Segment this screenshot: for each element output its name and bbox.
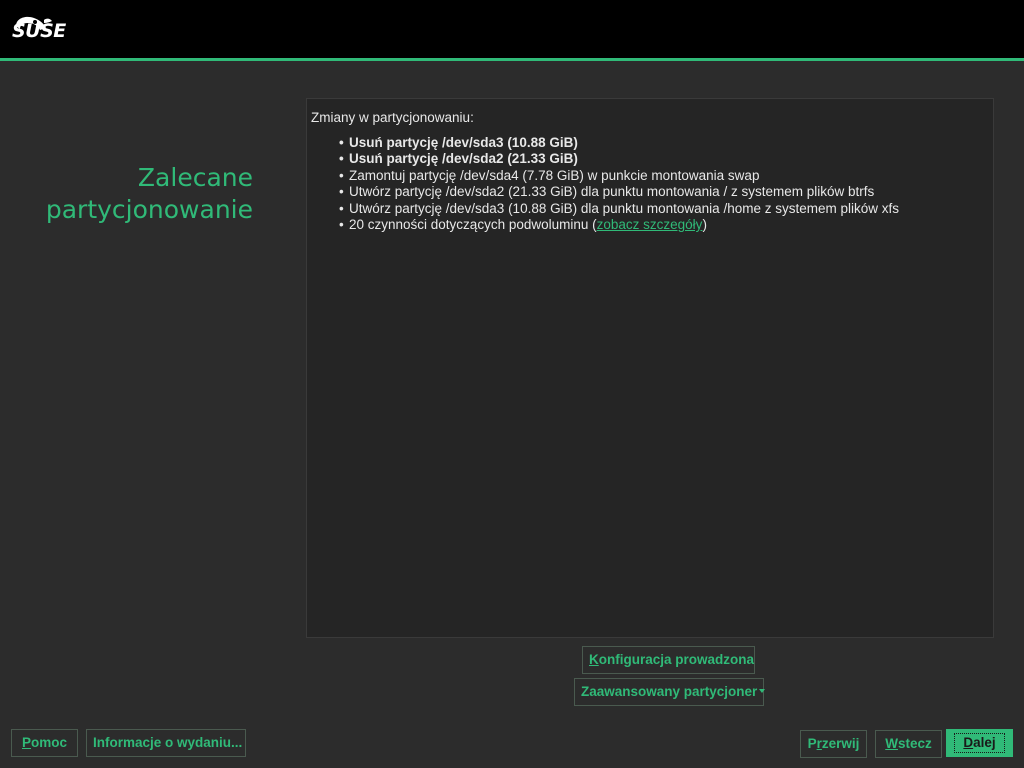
help-button[interactable]: Pomoc	[11, 729, 78, 757]
page-title: Zalecane partycjonowanie	[3, 162, 253, 226]
partitioning-summary: Zmiany w partycjonowaniu: • Usuń partycję…	[306, 98, 994, 638]
abort-button[interactable]: Przerwij	[800, 730, 867, 758]
next-button[interactable]: Dalej	[946, 729, 1013, 757]
expert-partitioner-button[interactable]: Zaawansowany partycjoner	[574, 678, 766, 706]
release-notes-button[interactable]: Informacje o wydaniu...	[86, 729, 246, 757]
summary-list: • Usuń partycję /dev/sda3 (10.88 GiB) • Us…	[311, 135, 989, 233]
back-button[interactable]: Wstecz	[875, 730, 942, 758]
list-item: • 20 czynności dotyczących podwoluminu (z…	[339, 217, 707, 233]
list-item: • Usuń partycję /dev/sda3 (10.88 GiB)	[339, 135, 578, 150]
dropdown-caret-icon	[759, 689, 766, 694]
list-item: • Utwórz partycję /dev/sda3 (10.88 GiB) d…	[339, 200, 899, 216]
guided-setup-button[interactable]: Konfiguracja prowadzona	[582, 646, 755, 674]
suse-logo-text: SUSE	[12, 20, 66, 42]
list-item: • Usuń partycję /dev/sda2 (21.33 GiB)	[339, 151, 578, 167]
top-bar: SUSE	[0, 0, 1024, 58]
list-item-text: Usuń partycję /dev/sda3 (10.88 GiB)	[349, 135, 578, 150]
list-item-text: Zamontuj partycję /dev/sda4 (7.78 GiB) w…	[349, 167, 760, 183]
list-item: • Utwórz partycję /dev/sda2 (21.33 GiB) d…	[339, 184, 875, 200]
subvolume-item-suffix: )	[702, 217, 707, 233]
summary-heading: Zmiany w partycjonowaniu:	[311, 110, 474, 125]
page-title-line2: partycjonowanie	[45, 195, 253, 224]
list-item: • Zamontuj partycję /dev/sda4 (7.78 GiB) …	[339, 167, 760, 183]
list-item-text: Usuń partycję /dev/sda2 (21.33 GiB)	[349, 151, 578, 167]
next-button-focus: Dalej	[954, 733, 1005, 753]
top-bar-accent-line	[0, 58, 1024, 61]
subvolume-item-prefix: 20 czynności dotyczących podwoluminu (	[349, 217, 597, 233]
page-title-line1: Zalecane	[137, 163, 253, 192]
list-item-text: Utwórz partycję /dev/sda2 (21.33 GiB) dl…	[349, 184, 875, 200]
list-item-text: Utwórz partycję /dev/sda3 (10.88 GiB) dl…	[349, 200, 899, 216]
see-details-link[interactable]: zobacz szczegóły	[597, 217, 703, 232]
